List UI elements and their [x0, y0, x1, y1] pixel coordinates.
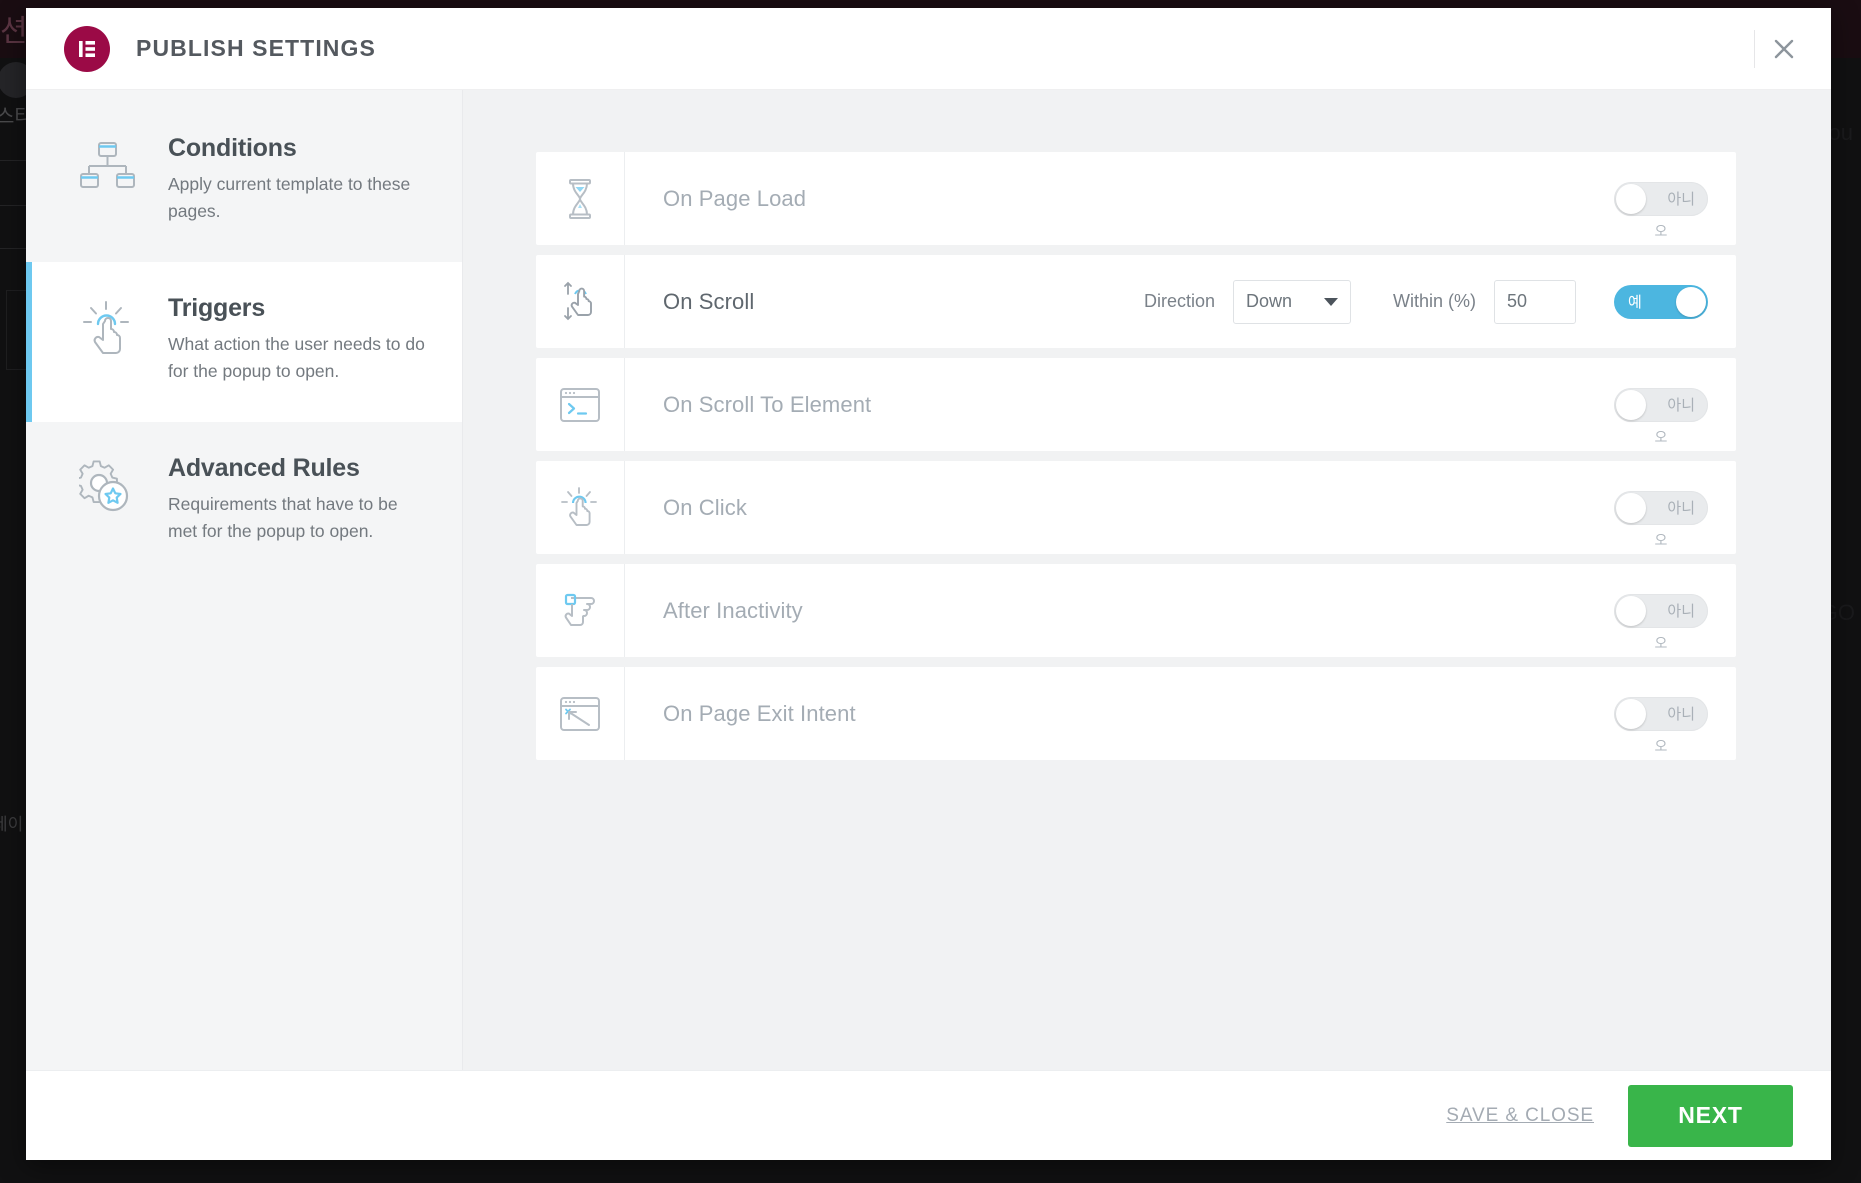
sidebar-item-desc: Requirements that have to be met for the…	[168, 494, 398, 541]
trigger-controls: Direction Down Within (%)	[1144, 255, 1586, 348]
trigger-controls	[1576, 564, 1586, 657]
trigger-row-on-scroll[interactable]: On Scroll Direction Down Within (%) 50 예	[536, 255, 1736, 348]
sidebar-item-title: Advanced Rules	[168, 454, 360, 482]
toggle-label: 아니	[1667, 499, 1695, 517]
trigger-controls	[1576, 358, 1586, 451]
toggle-label: 아니	[1667, 602, 1695, 620]
toggle-sub-label: 오	[1654, 430, 1668, 446]
toggle-after-inactivity[interactable]: 아니	[1614, 593, 1708, 628]
trigger-controls	[1576, 152, 1586, 245]
direction-label: Direction	[1143, 291, 1215, 311]
scroll-hand-icon	[536, 255, 625, 348]
toggle-on-page-exit-intent[interactable]: 아니	[1614, 696, 1708, 731]
hourglass-icon	[536, 152, 625, 245]
page-title: PUBLISH SETTINGS	[136, 35, 376, 61]
trigger-toggle-wrap: 아니 오	[1586, 152, 1736, 245]
toggle-sub-label: 오	[1654, 739, 1668, 755]
trigger-toggle-wrap: 아니 오	[1586, 667, 1736, 760]
sitemap-icon	[74, 140, 140, 194]
trigger-row-on-page-load[interactable]: On Page Load 아니 오	[536, 152, 1736, 245]
trigger-label: On Scroll	[663, 288, 755, 314]
click-burst-icon	[536, 461, 625, 554]
toggle-label: 아니	[1667, 705, 1695, 723]
trigger-row-on-page-exit-intent[interactable]: On Page Exit Intent 아니 오	[536, 667, 1736, 760]
backdrop-text-low: 제이	[0, 815, 24, 834]
publish-settings-modal: PUBLISH SETTINGS Conditions Apply curren…	[26, 8, 1831, 1160]
trigger-toggle-wrap: 아니 오	[1586, 564, 1736, 657]
triggers-panel: On Page Load 아니 오 On Scroll Direction Do…	[463, 90, 1831, 1070]
trigger-toggle-wrap: 아니 오	[1586, 358, 1736, 451]
trigger-row-after-inactivity[interactable]: After Inactivity 아니 오	[536, 564, 1736, 657]
sidebar-item-conditions[interactable]: Conditions Apply current template to the…	[26, 102, 462, 262]
within-percent-input[interactable]	[1494, 279, 1576, 324]
close-icon[interactable]	[1765, 30, 1803, 68]
trigger-toggle-wrap: 아니 오	[1586, 461, 1736, 554]
sidebar-item-desc: Apply current template to these pages.	[168, 174, 411, 221]
elementor-logo-icon	[64, 25, 110, 72]
toggle-sub-label: 오	[1654, 224, 1668, 240]
sidebar-item-desc: What action the user needs to do for the…	[168, 334, 425, 381]
toggle-knob	[1616, 595, 1646, 626]
trigger-label: On Scroll To Element	[663, 391, 872, 417]
sidebar-item-title: Conditions	[168, 134, 297, 162]
trigger-list: On Page Load 아니 오 On Scroll Direction Do…	[536, 152, 1736, 760]
toggle-on-page-load[interactable]: 아니	[1614, 181, 1708, 216]
toggle-knob	[1616, 183, 1646, 214]
toggle-sub-label: 오	[1654, 533, 1668, 549]
direction-select[interactable]: Down	[1232, 279, 1351, 324]
browser-exit-icon	[536, 667, 625, 760]
backdrop-text-top: 션	[0, 15, 28, 48]
trigger-toggle-wrap: 예	[1586, 255, 1736, 348]
modal-body: Conditions Apply current template to the…	[26, 90, 1831, 1070]
toggle-knob	[1676, 286, 1706, 317]
toggle-label: 아니	[1667, 190, 1695, 208]
toggle-label: 아니	[1667, 396, 1695, 414]
browser-terminal-icon	[536, 358, 625, 451]
trigger-label: On Page Load	[663, 185, 807, 211]
click-burst-icon	[74, 300, 140, 356]
save-and-close-button[interactable]: SAVE & CLOSE	[1446, 1105, 1594, 1127]
trigger-label: On Page Exit Intent	[663, 700, 856, 726]
inactive-hand-icon	[536, 564, 625, 657]
trigger-row-on-scroll-to-element[interactable]: On Scroll To Element 아니 오	[536, 358, 1736, 451]
trigger-row-on-click[interactable]: On Click 아니 오	[536, 461, 1736, 554]
sidebar-item-triggers[interactable]: Triggers What action the user needs to d…	[26, 262, 462, 422]
within-percent-label: Within (%)	[1392, 291, 1476, 311]
modal-header: PUBLISH SETTINGS	[26, 8, 1831, 90]
toggle-knob	[1616, 492, 1646, 523]
trigger-label: On Click	[663, 494, 747, 520]
direction-select-value: Down	[1245, 291, 1293, 311]
chevron-down-icon	[1323, 297, 1338, 306]
gear-star-icon	[74, 460, 140, 514]
settings-sidebar: Conditions Apply current template to the…	[26, 90, 463, 1070]
sidebar-item-title: Triggers	[168, 294, 266, 322]
modal-footer: SAVE & CLOSE NEXT	[26, 1070, 1831, 1160]
toggle-knob	[1616, 698, 1646, 729]
toggle-on-scroll-to-element[interactable]: 아니	[1614, 387, 1708, 422]
toggle-knob	[1616, 389, 1646, 420]
trigger-controls	[1576, 667, 1586, 760]
sidebar-item-advanced-rules[interactable]: Advanced Rules Requirements that have to…	[26, 422, 462, 582]
header-divider	[1754, 30, 1755, 68]
next-button[interactable]: NEXT	[1628, 1084, 1793, 1147]
toggle-on-click[interactable]: 아니	[1614, 490, 1708, 525]
toggle-on-scroll[interactable]: 예	[1614, 284, 1708, 319]
trigger-label: After Inactivity	[663, 597, 803, 623]
trigger-controls	[1576, 461, 1586, 554]
toggle-label: 예	[1628, 293, 1642, 311]
toggle-sub-label: 오	[1654, 636, 1668, 652]
backdrop-text-right-1: ou	[1828, 120, 1853, 145]
